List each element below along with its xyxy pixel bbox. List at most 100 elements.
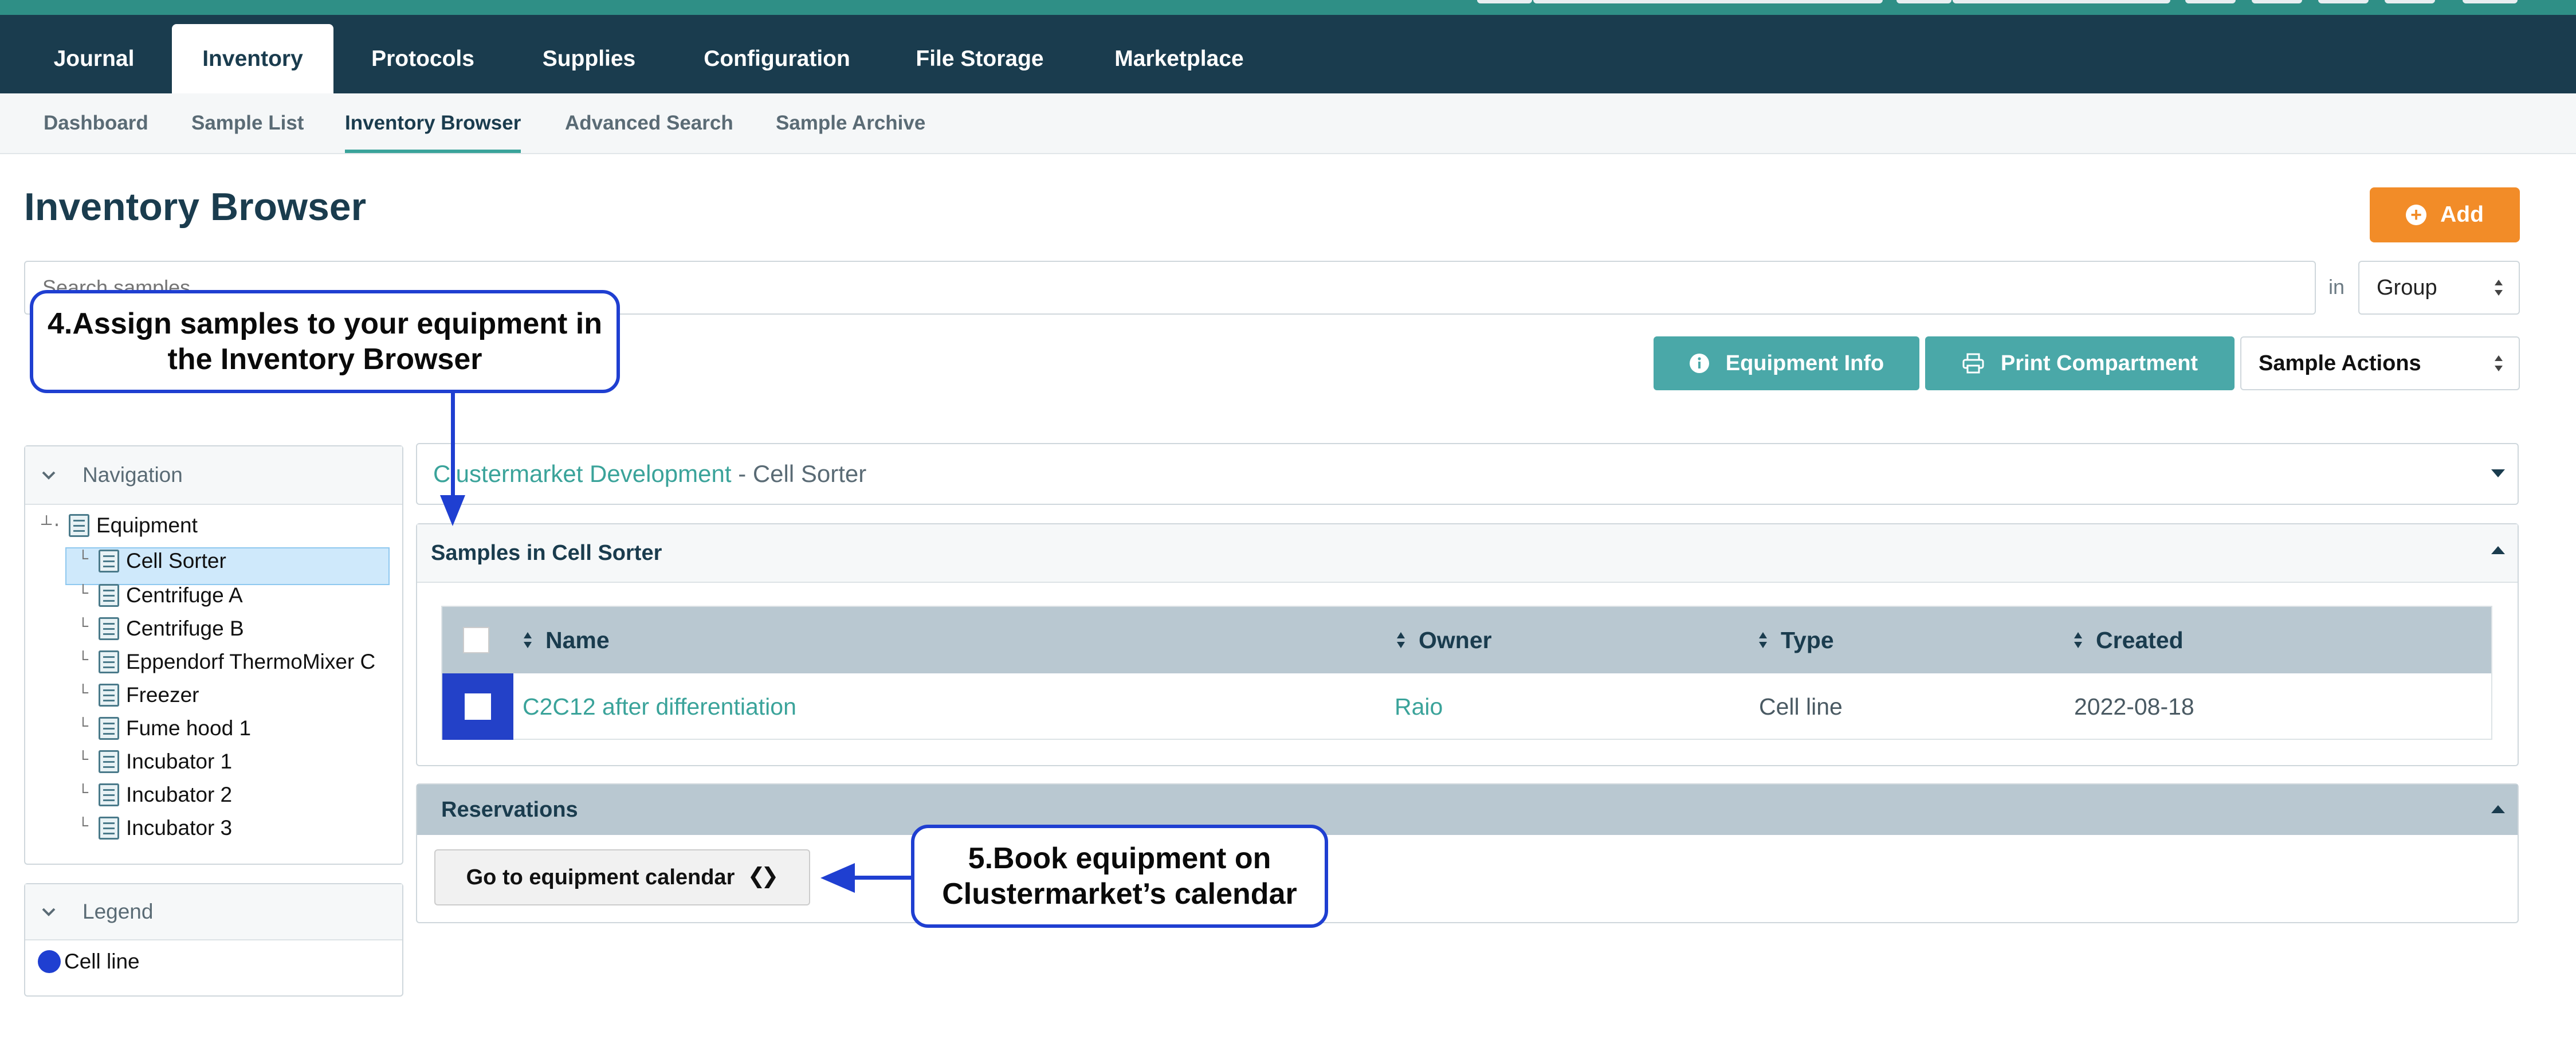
sort-icon [1759, 632, 1767, 648]
print-compartment-button[interactable]: Print Compartment [1925, 336, 2235, 390]
subnav-inventory-browser[interactable]: Inventory Browser [345, 93, 521, 153]
tree-connector: └ [78, 651, 89, 670]
sort-icon [2074, 632, 2082, 648]
equipment-info-button[interactable]: Equipment Info [1654, 336, 1919, 390]
tab-supplies[interactable]: Supplies [516, 24, 662, 93]
subnav-sample-archive[interactable]: Sample Archive [776, 93, 925, 153]
tab-protocols[interactable]: Protocols [355, 24, 490, 93]
tree-connector: └ [78, 618, 89, 637]
legend-panel: Legend Cell line [24, 883, 403, 997]
breadcrumb-link[interactable]: Clustermarket Development [433, 460, 732, 488]
tree-connector: └ [78, 717, 89, 737]
tree-node-incubator-2[interactable]: Incubator 2 [99, 783, 232, 807]
tree-node-incubator-1[interactable]: Incubator 1 [99, 750, 232, 774]
sample-created: 2022-08-18 [2074, 693, 2194, 720]
tab-configuration[interactable]: Configuration [688, 24, 866, 93]
select-all-checkbox[interactable] [463, 627, 489, 653]
tree-node-fume-hood-1[interactable]: Fume hood 1 [99, 716, 251, 740]
tree-node-centrifuge-b[interactable]: Centrifuge B [99, 617, 244, 641]
sample-name-link[interactable]: C2C12 after differentiation [523, 673, 796, 740]
go-to-equipment-calendar-button[interactable]: Go to equipment calendar [434, 849, 810, 905]
select-arrows-icon [2495, 355, 2503, 371]
info-icon [1689, 354, 1709, 373]
sort-icon [524, 632, 532, 648]
navigation-panel-header[interactable]: Navigation [25, 446, 402, 505]
page-title: Inventory Browser [24, 185, 367, 229]
subnav-label: Inventory Browser [345, 112, 521, 134]
top-mini-control[interactable] [1477, 0, 1532, 3]
tree-connector: └ [78, 817, 89, 837]
tree-node-freezer[interactable]: Freezer [99, 683, 199, 707]
tree-node-equipment[interactable]: Equipment [69, 513, 198, 538]
row-checkbox[interactable] [442, 673, 513, 740]
caret-down-icon[interactable] [2491, 469, 2505, 477]
tree-node-label: Incubator 1 [126, 750, 233, 773]
tree-node-label: Incubator 3 [126, 816, 233, 840]
table-header: Name Owner Type Created [442, 607, 2491, 673]
tab-file-storage[interactable]: File Storage [894, 24, 1066, 93]
tree-connector: └ [78, 684, 89, 704]
tree-node-centrifuge-a[interactable]: Centrifuge A [99, 583, 243, 607]
top-navigation: Journal Inventory Protocols Supplies Con… [0, 15, 2576, 93]
add-button[interactable]: + Add [2370, 187, 2520, 242]
callout-step-4-text: 4.Assign samples to your equipment in th… [48, 307, 602, 376]
tree-node-cell-sorter[interactable]: Cell Sorter [99, 549, 226, 573]
subnav-advanced-search[interactable]: Advanced Search [565, 93, 733, 153]
tree-node-label: Incubator 2 [126, 783, 233, 806]
tree-node-label: Fume hood 1 [126, 716, 252, 740]
search-scope-select[interactable]: Group [2358, 261, 2520, 315]
equipment-info-label: Equipment Info [1725, 351, 1884, 375]
tree-expander-icon[interactable]: ┴· [41, 516, 62, 535]
print-compartment-label: Print Compartment [2000, 351, 2198, 375]
search-in-label: in [2328, 275, 2345, 299]
sample-owner-link[interactable]: Raio [1395, 673, 1443, 740]
chevron-down-icon [42, 908, 56, 916]
legend-item-label: Cell line [64, 950, 140, 973]
column-created[interactable]: Created [2073, 607, 2184, 673]
subnav-sample-list[interactable]: Sample List [191, 93, 304, 153]
caret-up-icon[interactable] [2491, 805, 2505, 813]
top-mini-control[interactable] [2252, 0, 2302, 3]
printer-icon [1962, 353, 1984, 374]
top-mini-control[interactable] [1953, 0, 2170, 3]
tab-marketplace[interactable]: Marketplace [1094, 24, 1264, 93]
tree-node-eppendorf-thermomixer-c[interactable]: Eppendorf ThermoMixer C [99, 650, 375, 674]
tab-journal[interactable]: Journal [32, 24, 156, 93]
reservations-title: Reservations [441, 797, 578, 822]
column-owner[interactable]: Owner [1396, 607, 1492, 673]
caret-up-icon[interactable] [2491, 546, 2505, 554]
top-mini-control[interactable] [1533, 0, 1883, 3]
equipment-node-icon [99, 550, 119, 573]
column-name[interactable]: Name [523, 607, 610, 673]
legend-title: Legend [83, 900, 154, 923]
tree-node-incubator-3[interactable]: Incubator 3 [99, 816, 232, 840]
tree-node-label: Centrifuge A [126, 583, 243, 607]
samples-panel-header[interactable]: Samples in Cell Sorter [417, 524, 2518, 583]
reservations-panel-header[interactable]: Reservations [417, 785, 2518, 835]
subnav-dashboard[interactable]: Dashboard [44, 93, 148, 153]
cell-line-legend-dot [38, 950, 61, 973]
add-label: Add [2440, 202, 2484, 227]
column-type[interactable]: Type [1758, 607, 1834, 673]
breadcrumb-current: - Cell Sorter [731, 460, 867, 487]
legend-item: Cell line [25, 940, 402, 974]
legend-panel-header[interactable]: Legend [25, 884, 402, 940]
top-mini-control[interactable] [2185, 0, 2236, 3]
navigation-title: Navigation [83, 463, 183, 487]
column-label: Name [545, 626, 610, 653]
top-mini-control[interactable] [1896, 0, 1951, 3]
sample-type: Cell line [1759, 693, 1843, 720]
equipment-node-icon [99, 750, 119, 773]
equipment-node-icon [99, 783, 119, 806]
top-mini-control[interactable] [2318, 0, 2369, 3]
tree-connector: └ [78, 585, 89, 604]
callout-step-5-text: 5.Book equipment on Clustermarket’s cale… [942, 842, 1297, 911]
top-mini-control[interactable] [2463, 0, 2518, 3]
equipment-node-icon [99, 617, 119, 640]
tab-inventory[interactable]: Inventory [172, 24, 333, 93]
tree-node-label: Cell Sorter [126, 549, 226, 573]
sample-actions-select[interactable]: Sample Actions [2240, 336, 2520, 390]
tree-node-label: Eppendorf ThermoMixer C [126, 650, 376, 673]
active-underline [345, 150, 521, 153]
top-mini-control[interactable] [2385, 0, 2435, 3]
